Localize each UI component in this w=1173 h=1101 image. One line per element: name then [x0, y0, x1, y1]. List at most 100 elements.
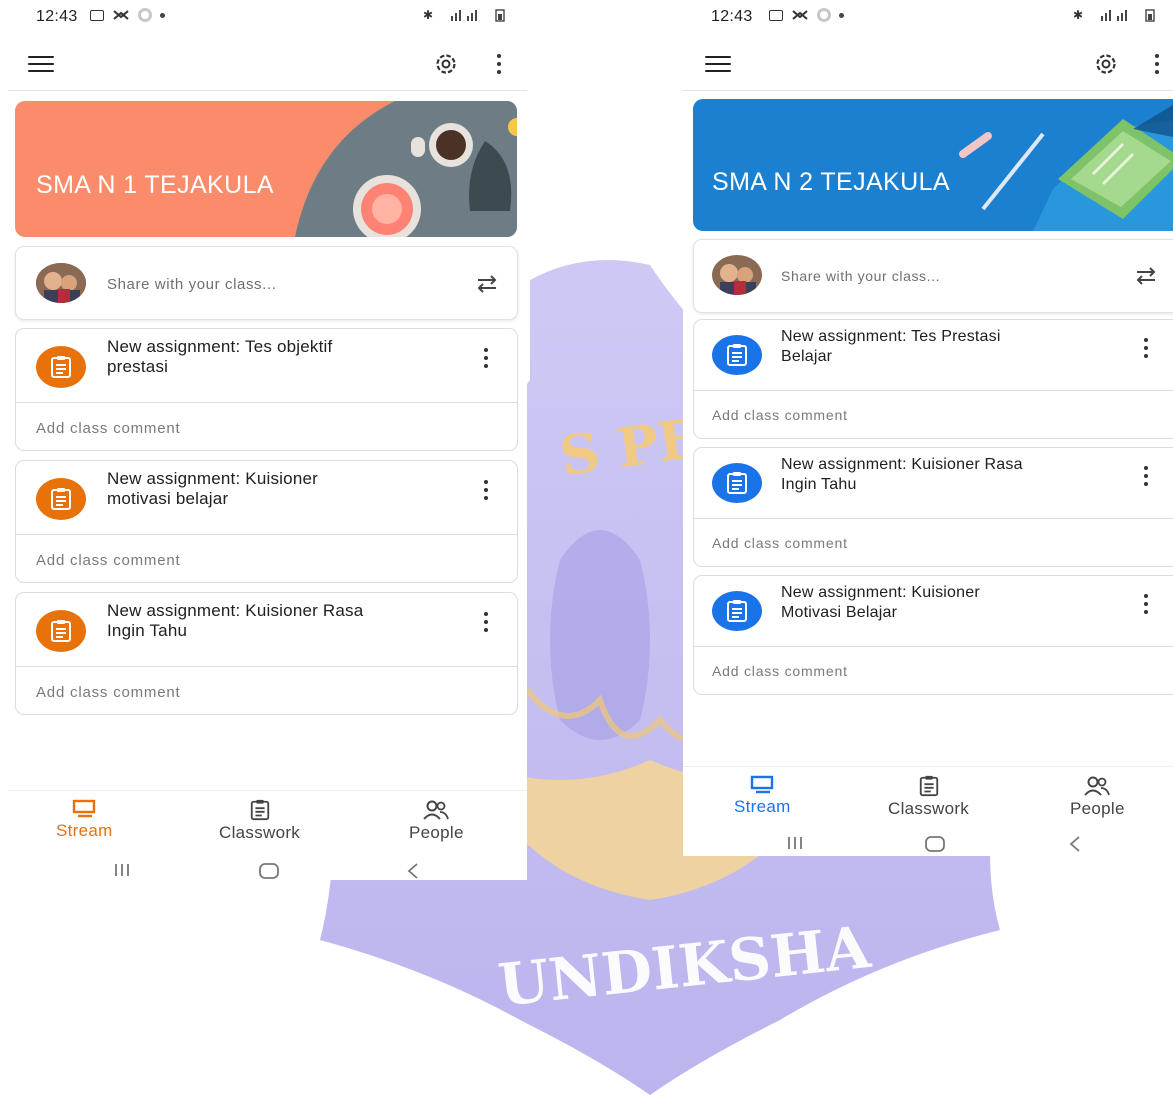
nav-people-label: People [1070, 799, 1125, 818]
assignment-header[interactable]: New assignment: Tes objektif prestasi [16, 329, 517, 403]
assignment-card[interactable]: New assignment: Kuisioner motivasi belaj… [15, 460, 518, 583]
share-with-class-box[interactable]: Share with your class... [693, 239, 1173, 313]
gallery-icon [90, 9, 104, 21]
assignment-title: New assignment: Kuisioner motivasi belaj… [107, 469, 318, 508]
class-banner[interactable]: SMA N 2 TEJAKULA [693, 99, 1173, 231]
right-phone-screen: 12:43 ✱ SMA N 2 TEJAKULA Share with your… [683, 0, 1173, 856]
assignment-more-icon[interactable] [1143, 594, 1149, 614]
add-class-comment[interactable]: Add class comment [712, 535, 848, 551]
recents-icon[interactable] [113, 862, 131, 878]
cast-icon [113, 10, 129, 20]
assignment-more-icon[interactable] [1143, 338, 1149, 358]
assignment-icon [36, 346, 86, 388]
add-class-comment[interactable]: Add class comment [36, 684, 180, 701]
nav-classwork-label: Classwork [219, 823, 301, 842]
clipboard-icon [727, 472, 747, 494]
assignment-icon [712, 335, 762, 375]
assignment-more-icon[interactable] [483, 612, 489, 632]
menu-icon[interactable] [28, 56, 54, 72]
status-system-icons: ✱ [1073, 8, 1155, 22]
assignment-header[interactable]: New assignment: Kuisioner Rasa Ingin Tah… [16, 593, 517, 667]
nav-classwork[interactable]: Classwork [219, 799, 300, 843]
share-with-class-box[interactable]: Share with your class... [15, 246, 518, 320]
add-class-comment[interactable]: Add class comment [36, 552, 180, 569]
assignment-title: New assignment: Kuisioner Rasa Ingin Tah… [781, 456, 1023, 493]
bluetooth-icon: ✱ [1072, 8, 1083, 22]
nav-stream-label: Stream [734, 797, 791, 816]
status-bar: 12:43 ✱ [683, 0, 1173, 36]
settings-gear-icon[interactable] [1092, 50, 1120, 78]
status-system-icons: ✱ [423, 8, 505, 22]
class-name: SMA N 1 TEJAKULA [36, 171, 274, 199]
assignment-icon [712, 591, 762, 631]
assignment-card[interactable]: New assignment: Kuisioner Rasa Ingin Tah… [693, 447, 1173, 567]
recents-icon[interactable] [786, 835, 804, 851]
assignment-icon [36, 610, 86, 652]
people-icon [1084, 776, 1111, 796]
status-notification-icons [769, 8, 844, 22]
nav-people[interactable]: People [1070, 775, 1125, 819]
assignment-header[interactable]: New assignment: Kuisioner Rasa Ingin Tah… [694, 448, 1173, 519]
repost-swap-icon[interactable] [1134, 265, 1158, 287]
clipboard-icon [51, 620, 71, 642]
clipboard-icon [727, 344, 747, 366]
home-icon[interactable] [924, 835, 946, 853]
back-icon[interactable] [1068, 835, 1082, 853]
assignment-title: New assignment: Tes objektif prestasi [107, 337, 333, 376]
signal-icon [1101, 10, 1127, 21]
status-time: 12:43 [711, 8, 753, 25]
assignment-title: New assignment: Tes Prestasi Belajar [781, 328, 1001, 365]
sync-icon [817, 8, 831, 22]
assignment-card[interactable]: New assignment: Tes Prestasi Belajar Add… [693, 319, 1173, 439]
share-placeholder: Share with your class... [107, 276, 277, 293]
more-notifications-icon [839, 12, 844, 18]
assignment-icon [712, 463, 762, 503]
assignment-header[interactable]: New assignment: Tes Prestasi Belajar [694, 320, 1173, 391]
clipboard-icon [51, 356, 71, 378]
avatar [36, 263, 86, 303]
assignment-more-icon[interactable] [1143, 466, 1149, 486]
assignment-header[interactable]: New assignment: Kuisioner motivasi belaj… [16, 461, 517, 535]
avatar-photo [36, 263, 86, 303]
system-navigation [683, 832, 1173, 856]
repost-swap-icon[interactable] [475, 273, 499, 295]
more-options-icon[interactable] [495, 52, 503, 76]
nav-stream-label: Stream [56, 821, 113, 840]
gallery-icon [769, 9, 783, 21]
assignment-card[interactable]: New assignment: Tes objektif prestasi Ad… [15, 328, 518, 451]
add-class-comment[interactable]: Add class comment [712, 663, 848, 679]
home-icon[interactable] [258, 862, 280, 880]
status-bar: 12:43 ✱ [8, 0, 527, 36]
class-name: SMA N 2 TEJAKULA [712, 168, 950, 196]
nav-people-label: People [409, 823, 464, 842]
assignment-more-icon[interactable] [483, 480, 489, 500]
banner-illustration [959, 105, 1173, 231]
app-bar [8, 40, 527, 91]
menu-icon[interactable] [705, 56, 731, 72]
assignment-icon [36, 478, 86, 520]
nav-stream[interactable]: Stream [56, 799, 113, 841]
battery-icon [495, 9, 505, 22]
classwork-icon [919, 775, 938, 797]
left-phone-screen: 12:43 ✱ SMA N 1 TEJAKULA Share with your… [8, 0, 527, 880]
assignment-card[interactable]: New assignment: Kuisioner Rasa Ingin Tah… [15, 592, 518, 715]
back-icon[interactable] [406, 862, 420, 880]
assignment-card[interactable]: New assignment: Kuisioner Motivasi Belaj… [693, 575, 1173, 695]
app-bar [683, 40, 1173, 91]
more-options-icon[interactable] [1153, 52, 1161, 76]
status-notification-icons [90, 8, 165, 22]
classwork-icon [250, 799, 269, 821]
nav-people[interactable]: People [409, 799, 464, 843]
share-placeholder: Share with your class... [781, 268, 941, 284]
add-class-comment[interactable]: Add class comment [712, 407, 848, 423]
signal-icon [451, 10, 477, 21]
add-class-comment[interactable]: Add class comment [36, 420, 180, 437]
bottom-navigation: Stream Classwork People [683, 766, 1173, 823]
class-banner[interactable]: SMA N 1 TEJAKULA [15, 101, 517, 237]
assignment-more-icon[interactable] [483, 348, 489, 368]
assignment-header[interactable]: New assignment: Kuisioner Motivasi Belaj… [694, 576, 1173, 647]
sync-icon [138, 8, 152, 22]
nav-stream[interactable]: Stream [734, 775, 791, 817]
settings-gear-icon[interactable] [432, 50, 460, 78]
nav-classwork[interactable]: Classwork [888, 775, 969, 819]
